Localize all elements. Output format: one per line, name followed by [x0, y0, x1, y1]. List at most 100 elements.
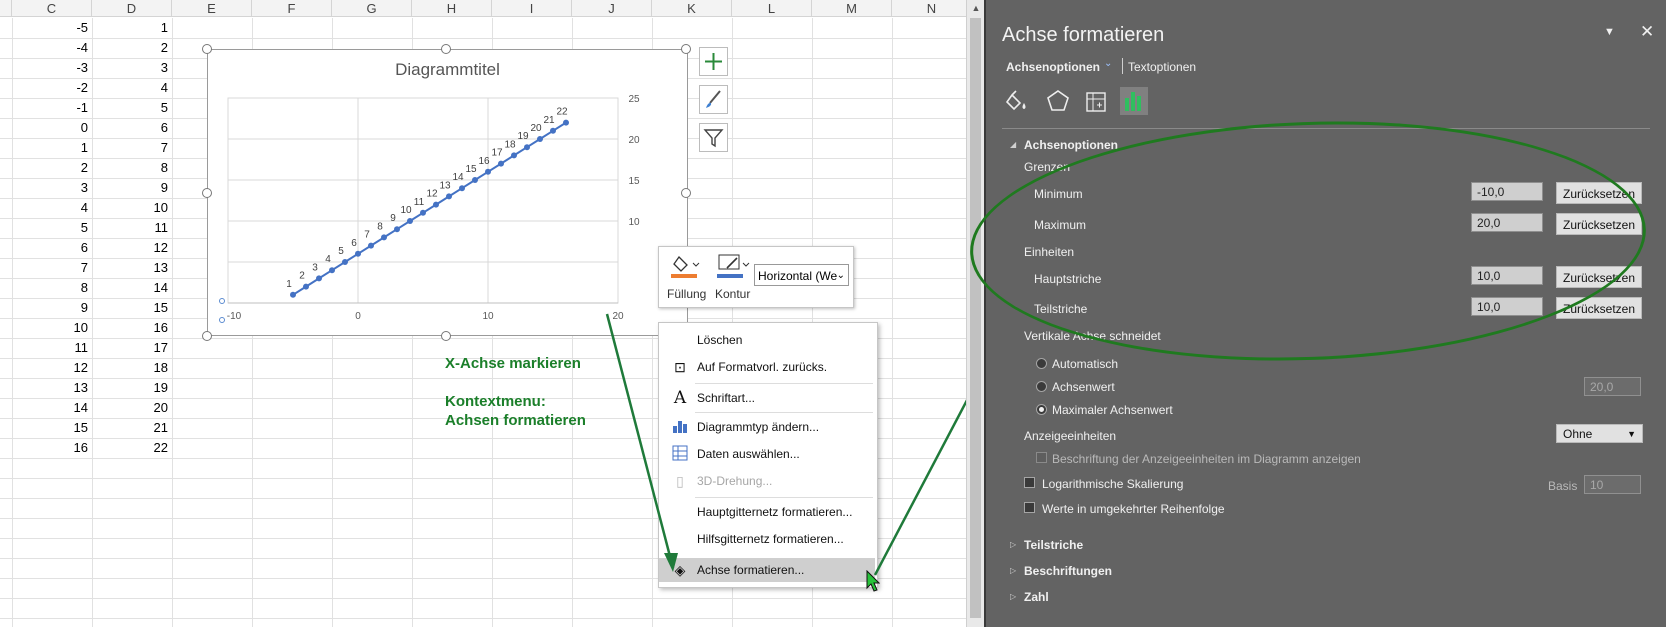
- column-header-l[interactable]: L: [732, 0, 812, 17]
- fill-line-icon[interactable]: [1006, 87, 1034, 115]
- size-properties-icon[interactable]: [1082, 87, 1110, 115]
- cell-d[interactable]: 4: [92, 78, 168, 98]
- cell-c[interactable]: 16: [12, 438, 88, 458]
- tab-axis-options[interactable]: Achsenoptionen: [1006, 60, 1100, 74]
- cell-c[interactable]: 10: [12, 318, 88, 338]
- cell-c[interactable]: -5: [12, 18, 88, 38]
- cell-d[interactable]: 13: [92, 258, 168, 278]
- chart-filters-button[interactable]: [699, 123, 728, 152]
- tab-text-options[interactable]: Textoptionen: [1128, 60, 1196, 74]
- cell-d[interactable]: 2: [92, 38, 168, 58]
- cell-c[interactable]: 15: [12, 418, 88, 438]
- section-tick-marks[interactable]: Teilstriche: [1024, 538, 1083, 552]
- cell-d[interactable]: 6: [92, 118, 168, 138]
- reverse-order-checkbox[interactable]: [1024, 502, 1035, 513]
- chart-handle-tr[interactable]: [681, 44, 691, 54]
- vertical-scrollbar[interactable]: ▲: [966, 0, 985, 627]
- crosses-auto-label[interactable]: Automatisch: [1052, 357, 1118, 371]
- cell-c[interactable]: 2: [12, 158, 88, 178]
- section-number[interactable]: Zahl: [1024, 590, 1049, 604]
- chart-handle-mr[interactable]: [681, 188, 691, 198]
- column-header-e[interactable]: E: [172, 0, 252, 17]
- chart-elements-button[interactable]: [699, 47, 728, 76]
- cell-d[interactable]: 17: [92, 338, 168, 358]
- display-units-select[interactable]: Ohne ▼: [1556, 424, 1643, 443]
- column-header-d[interactable]: D: [92, 0, 172, 17]
- scroll-up-icon[interactable]: ▲: [967, 0, 985, 17]
- cell-d[interactable]: 12: [92, 238, 168, 258]
- close-icon[interactable]: ✕: [1640, 22, 1654, 42]
- column-header-c[interactable]: C: [12, 0, 92, 17]
- crosses-max-value-radio[interactable]: [1036, 404, 1047, 415]
- menu-item-delete[interactable]: Löschen: [659, 328, 875, 352]
- crosses-axis-value-radio[interactable]: [1036, 381, 1047, 392]
- menu-item-reset-style[interactable]: ⊡ Auf Formatvorl. zurücks.: [659, 355, 875, 379]
- cell-d[interactable]: 21: [92, 418, 168, 438]
- chart-handle-ml[interactable]: [202, 188, 212, 198]
- cell-c[interactable]: 11: [12, 338, 89, 358]
- cell-c[interactable]: -1: [12, 98, 88, 118]
- cell-d[interactable]: 9: [92, 178, 168, 198]
- cell-c[interactable]: 3: [12, 178, 88, 198]
- cell-d[interactable]: 19: [92, 378, 168, 398]
- cell-c[interactable]: 12: [12, 358, 88, 378]
- cell-c[interactable]: 4: [12, 198, 88, 218]
- cell-d[interactable]: 1: [92, 18, 168, 38]
- fill-label[interactable]: Füllung: [667, 287, 706, 301]
- chart-area[interactable]: Diagrammtitel -10 0 10 20 25 20 15 10 1 2 3 4 5 6 7 8 9 1…: [207, 49, 688, 336]
- cell-d[interactable]: 15: [92, 298, 168, 318]
- cell-c[interactable]: 1: [12, 138, 88, 158]
- expand-triangle-icon[interactable]: ▷: [1010, 540, 1016, 549]
- column-header-n[interactable]: N: [892, 0, 966, 17]
- log-scale-checkbox[interactable]: [1024, 477, 1035, 488]
- menu-item-3d-rotation[interactable]: ▯ 3D-Drehung...: [659, 469, 875, 493]
- chart-plot[interactable]: -10 0 10 2025201510123456789101112131415161…: [208, 50, 687, 335]
- outline-pen-icon[interactable]: [717, 253, 751, 279]
- column-header-f[interactable]: F: [252, 0, 332, 17]
- menu-item-format-minor-gridlines[interactable]: Hilfsgitternetz formatieren...: [659, 527, 875, 551]
- cell-c[interactable]: 14: [12, 398, 88, 418]
- chart-handle-bm[interactable]: [441, 331, 451, 341]
- cell-d[interactable]: 14: [92, 278, 168, 298]
- cell-d[interactable]: 20: [92, 398, 168, 418]
- column-header-i[interactable]: I: [492, 0, 572, 17]
- column-header-g[interactable]: G: [332, 0, 412, 17]
- scroll-thumb[interactable]: [970, 18, 981, 618]
- expand-triangle-icon[interactable]: ▷: [1010, 592, 1016, 601]
- cell-d[interactable]: 22: [92, 438, 168, 458]
- section-axis-options[interactable]: Achsenoptionen: [1024, 138, 1118, 152]
- cell-c[interactable]: 5: [12, 218, 88, 238]
- column-header-m[interactable]: M: [812, 0, 892, 17]
- chart-handle-tm[interactable]: [441, 44, 451, 54]
- crosses-axis-value-label[interactable]: Achsenwert: [1052, 380, 1115, 394]
- cell-c[interactable]: -3: [12, 58, 88, 78]
- cell-c[interactable]: 8: [12, 278, 88, 298]
- column-header-partial[interactable]: [0, 0, 12, 17]
- show-display-units-checkbox[interactable]: [1036, 452, 1047, 463]
- cell-c[interactable]: 0: [12, 118, 88, 138]
- column-header-h[interactable]: H: [412, 0, 492, 17]
- menu-item-select-data[interactable]: Daten auswählen...: [659, 442, 875, 466]
- column-header-k[interactable]: K: [652, 0, 732, 17]
- menu-item-format-major-gridlines[interactable]: Hauptgitternetz formatieren...: [659, 500, 875, 524]
- collapse-triangle-icon[interactable]: ◢: [1010, 140, 1016, 149]
- cell-d[interactable]: 7: [92, 138, 168, 158]
- menu-item-format-axis[interactable]: ◈ Achse formatieren...: [659, 558, 875, 582]
- outline-label[interactable]: Kontur: [715, 287, 750, 301]
- cell-c[interactable]: -4: [12, 38, 88, 58]
- axis-value-input[interactable]: 20,0: [1584, 377, 1641, 396]
- cell-d[interactable]: 10: [92, 198, 168, 218]
- fill-bucket-icon[interactable]: [671, 253, 701, 279]
- cell-c[interactable]: 6: [12, 238, 88, 258]
- cell-c[interactable]: -2: [12, 78, 88, 98]
- chart-handle-tl[interactable]: [202, 44, 212, 54]
- chart-element-select[interactable]: Horizontal (We ⌄: [754, 264, 849, 286]
- cell-c[interactable]: 13: [12, 378, 88, 398]
- crosses-max-value-label[interactable]: Maximaler Achsenwert: [1052, 403, 1173, 417]
- show-display-units-label[interactable]: Beschriftung der Anzeigeeinheiten im Dia…: [1052, 452, 1361, 466]
- cell-d[interactable]: 11: [92, 218, 169, 238]
- pane-options-chevron-icon[interactable]: ▼: [1604, 26, 1615, 38]
- chart-handle-bl[interactable]: [202, 331, 212, 341]
- effects-icon[interactable]: [1044, 87, 1072, 115]
- crosses-auto-radio[interactable]: [1036, 358, 1047, 369]
